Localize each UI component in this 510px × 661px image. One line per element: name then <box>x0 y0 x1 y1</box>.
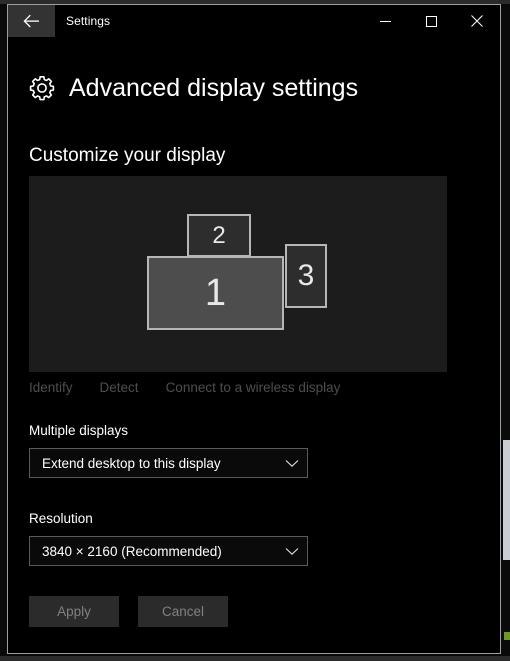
desktop-strip-bottom <box>0 656 510 661</box>
minimize-icon <box>379 16 391 27</box>
page-title: Advanced display settings <box>69 73 359 102</box>
monitor-1-number: 1 <box>204 271 227 314</box>
resolution-dropdown[interactable]: 3840 × 2160 (Recommended) <box>29 536 308 566</box>
detect-link[interactable]: Detect <box>100 380 139 395</box>
monitor-1[interactable]: 1 <box>147 256 284 330</box>
display-arrangement-preview[interactable]: 1 2 3 <box>29 176 447 372</box>
chevron-down-icon <box>277 547 307 556</box>
window-title: Settings <box>66 14 111 28</box>
multiple-displays-dropdown[interactable]: Extend desktop to this display <box>29 448 308 478</box>
multiple-displays-value: Extend desktop to this display <box>42 455 221 471</box>
desktop-strip-right-green <box>504 632 510 640</box>
close-button[interactable] <box>454 5 500 37</box>
back-arrow-icon <box>23 14 40 29</box>
page-header: Advanced display settings <box>29 59 358 118</box>
monitor-3-number: 3 <box>297 259 315 292</box>
maximize-button[interactable] <box>408 5 454 37</box>
monitor-3[interactable]: 3 <box>285 244 327 308</box>
maximize-icon <box>425 15 437 27</box>
minimize-button[interactable] <box>362 5 408 37</box>
chevron-down-icon <box>277 459 307 468</box>
resolution-value: 3840 × 2160 (Recommended) <box>42 543 222 559</box>
display-links-row: Identify Detect Connect to a wireless di… <box>29 380 340 395</box>
settings-window: Settings Advanced display settings Custo… <box>7 4 501 654</box>
multiple-displays-label: Multiple displays <box>29 423 129 438</box>
monitor-2-number: 2 <box>212 221 226 249</box>
close-icon <box>471 15 483 27</box>
back-button[interactable] <box>8 5 55 37</box>
section-title: Customize your display <box>29 144 226 166</box>
gear-icon <box>29 75 55 101</box>
window-controls <box>362 5 500 37</box>
cancel-button[interactable]: Cancel <box>138 596 228 627</box>
connect-wireless-display-link[interactable]: Connect to a wireless display <box>166 380 341 395</box>
monitor-2[interactable]: 2 <box>187 214 251 257</box>
apply-button[interactable]: Apply <box>29 596 119 627</box>
title-bar[interactable]: Settings <box>8 5 500 37</box>
desktop-strip-right-light <box>503 440 510 560</box>
resolution-label: Resolution <box>29 511 93 526</box>
identify-link[interactable]: Identify <box>29 380 73 395</box>
